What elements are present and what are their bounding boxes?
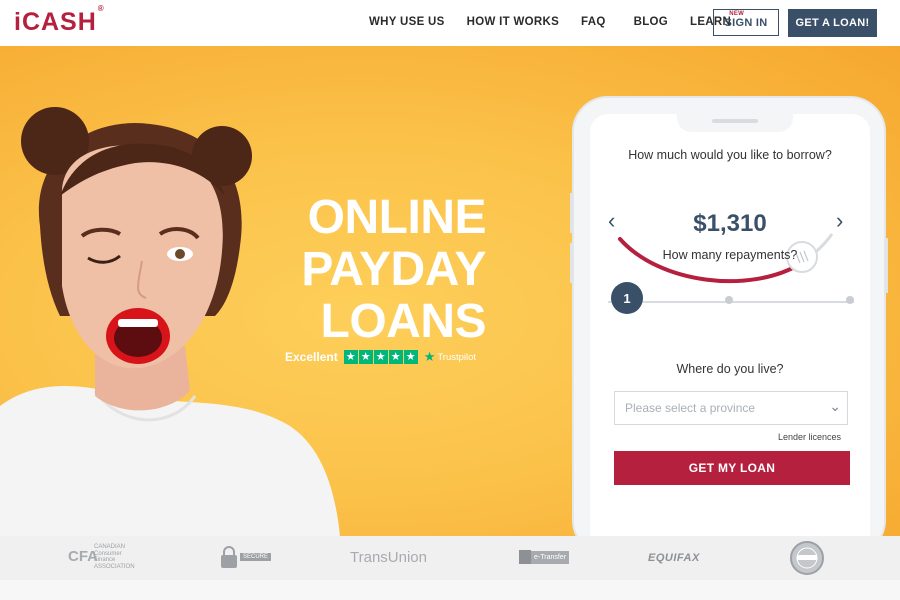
- star-icon: ★: [358, 350, 373, 364]
- main-nav: WHY USE US HOW IT WORKS FAQ BLOG LEARN NE…: [369, 11, 753, 28]
- association-seal-icon: [789, 540, 825, 576]
- interac-etransfer-logo: e-Transfer: [519, 550, 570, 564]
- speaker-bar: [712, 119, 758, 123]
- equifax-logo: EQUIFAX: [648, 552, 700, 564]
- star-icon: ★: [403, 350, 418, 364]
- get-a-loan-button[interactable]: GET A LOAN!: [788, 9, 877, 37]
- headline-line-1: ONLINE: [307, 191, 487, 244]
- lender-licences-link[interactable]: Lender licences: [778, 432, 841, 442]
- phone-side-button: [570, 243, 573, 283]
- partner-logos: CFA CANADIAN Consumer Finance ASSOCIATIO…: [0, 536, 900, 580]
- province-select[interactable]: Please select a province ⌄: [614, 391, 848, 425]
- equifax-text: EQUIFAX: [648, 552, 700, 564]
- trustpilot-brand: Trustpilot: [437, 351, 477, 363]
- nav-blog[interactable]: BLOG: [634, 16, 668, 28]
- registered-mark: ®: [97, 3, 105, 13]
- star-icon: ★: [373, 350, 388, 364]
- headline-line-2: PAYDAY: [301, 243, 486, 296]
- nav-why-use-us[interactable]: WHY USE US: [369, 16, 445, 28]
- star-icon: ★: [343, 350, 358, 364]
- star-icon: ★: [388, 350, 403, 364]
- phone-notch: [677, 114, 793, 132]
- cfsa-logo: CFA CANADIAN Consumer Finance ASSOCIATIO…: [68, 544, 135, 570]
- nav-faq[interactable]: FAQ: [581, 16, 606, 28]
- transunion-logo: TransUnion: [350, 549, 427, 566]
- cfsa-line: ASSOCIATION: [94, 563, 135, 570]
- transunion-text: TransUnion: [350, 549, 427, 566]
- cfsa-initials: CFA: [68, 548, 98, 565]
- secure-label: SECURE: [240, 553, 272, 561]
- trust-rating-text: Excellent: [285, 350, 338, 364]
- site-logo[interactable]: iCASH®: [14, 4, 105, 37]
- hero-headline: ONLINE PAYDAY LOANS: [300, 192, 486, 348]
- phone-side-button: [885, 238, 888, 293]
- logo-text: iCASH: [14, 8, 97, 36]
- secure-badge: SECURE: [220, 545, 272, 569]
- repayments-slider-handle[interactable]: 1: [611, 282, 643, 314]
- hero-woman-image: [0, 107, 340, 536]
- headline-line-3: LOANS: [320, 295, 487, 348]
- sign-in-button[interactable]: SIGN IN: [713, 9, 779, 36]
- phone-frame: How much would you like to borrow? ‹ › $…: [570, 96, 888, 536]
- province-question: Where do you live?: [676, 362, 784, 376]
- rating-stars: ★ ★ ★ ★ ★: [343, 350, 418, 364]
- loan-calculator: How much would you like to borrow? ‹ › $…: [590, 114, 870, 536]
- nav-how-it-works[interactable]: HOW IT WORKS: [467, 16, 559, 28]
- trustpilot-star-icon: ★: [423, 349, 436, 364]
- slider-step-dot[interactable]: [846, 296, 854, 304]
- get-my-loan-button[interactable]: GET MY LOAN: [614, 451, 850, 485]
- etransfer-text: e-Transfer: [531, 550, 570, 564]
- site-header: iCASH® WHY USE US HOW IT WORKS FAQ BLOG …: [0, 0, 900, 46]
- slider-step-dot[interactable]: [725, 296, 733, 304]
- trustpilot-rating[interactable]: Excellent ★ ★ ★ ★ ★ ★ Trustpilot: [285, 349, 476, 365]
- repayments-question: How many repayments?: [662, 248, 798, 262]
- province-placeholder: Please select a province: [625, 401, 756, 415]
- page-bottom-strip: [0, 580, 900, 600]
- hero-section: ONLINE PAYDAY LOANS Excellent ★ ★ ★ ★ ★ …: [0, 46, 900, 536]
- chevron-down-icon: ⌄: [829, 398, 841, 414]
- borrow-question: How much would you like to borrow?: [628, 148, 832, 162]
- interac-square-icon: [519, 550, 531, 564]
- trustpilot-logo: ★ Trustpilot: [424, 349, 476, 365]
- phone-side-button: [570, 193, 573, 233]
- padlock-icon: [221, 546, 237, 568]
